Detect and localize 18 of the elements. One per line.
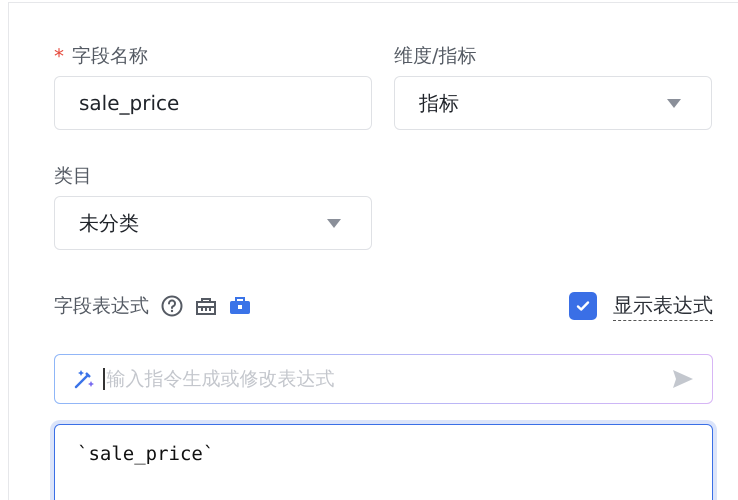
caret-icon [327,218,341,228]
toolbox-icon[interactable] [195,296,217,316]
briefcase-icon[interactable] [229,297,251,315]
caret-icon [667,98,681,108]
field-label: 维度/指标 [394,44,476,69]
name-input[interactable]: sale_price [54,76,372,130]
magic-wand-icon [73,368,95,390]
checkbox[interactable] [569,292,597,320]
required-mark: * [54,44,64,68]
placeholder-text: 输入指令生成或修改表达式 [106,367,336,392]
field-label: 字段名称 [72,44,148,69]
select-dropdown[interactable]: 未分类 [54,196,372,250]
code-text: `sale_price` [77,443,214,465]
show-expression-label[interactable]: 显示表达式 [613,292,713,320]
expression-label: 字段表达式 [54,294,149,319]
help-icon[interactable] [161,295,183,317]
select-dropdown[interactable]: 指标 [394,76,712,130]
field-label: 类目 [54,164,92,189]
